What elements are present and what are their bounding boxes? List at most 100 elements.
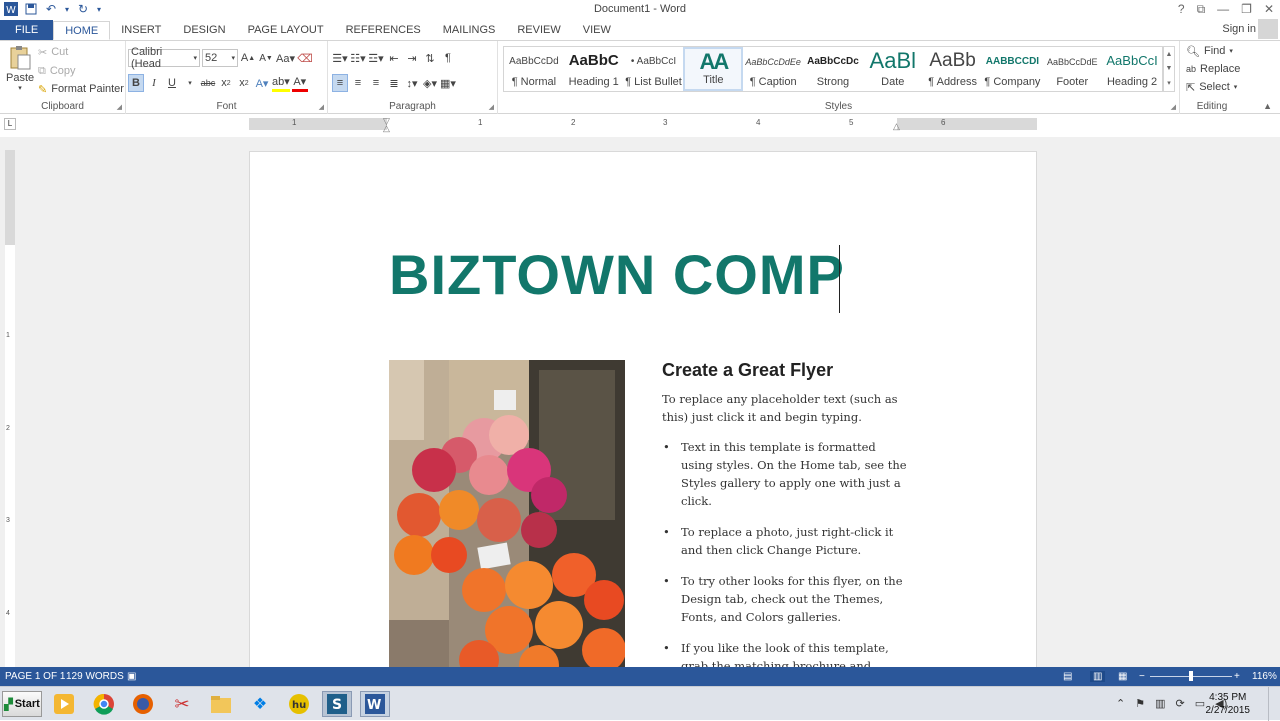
chrome-icon[interactable] [89, 691, 119, 717]
justify-icon[interactable]: ≣ [386, 74, 402, 92]
shading-icon[interactable]: ◈▾ [422, 74, 438, 92]
find-button[interactable]: 🔍︎ Find ▾ [1186, 42, 1233, 60]
show-desktop-button[interactable] [1268, 687, 1280, 721]
zoom-level[interactable]: 116% [1252, 671, 1277, 682]
cut-button[interactable]: ✂ Cut [38, 43, 68, 61]
style-date[interactable]: AaBl Date [863, 47, 923, 91]
app-icon[interactable]: hu [284, 691, 314, 717]
vertical-ruler[interactable]: 1 2 3 4 [5, 150, 15, 667]
borders-icon[interactable]: ▦▾ [440, 74, 456, 92]
align-right-icon[interactable]: ≡ [368, 74, 384, 92]
format-painter-button[interactable]: ✎ Format Painter [38, 80, 124, 98]
bullets-icon[interactable]: ☰▾ [332, 49, 348, 67]
strikethrough-icon[interactable]: abc [200, 74, 216, 92]
minimize-icon[interactable]: — [1217, 2, 1229, 17]
style-address[interactable]: AaBb ¶ Address [923, 47, 983, 91]
tab-home[interactable]: HOME [53, 21, 111, 40]
italic-icon[interactable]: I [146, 74, 162, 92]
paste-button[interactable]: Paste ▾ [6, 45, 34, 92]
left-indent-marker[interactable]: △ [383, 123, 390, 134]
font-name-combo[interactable]: Calibri (Head ▾ [128, 46, 200, 70]
font-color-icon[interactable]: A▾ [291, 74, 308, 92]
tab-mailings[interactable]: MAILINGS [432, 21, 507, 40]
style-title[interactable]: AA Title [683, 47, 744, 91]
media-player-icon[interactable] [49, 691, 79, 717]
clear-formatting-icon[interactable]: ⌫ [297, 49, 313, 67]
superscript-icon[interactable]: x2 [236, 74, 252, 92]
page-count[interactable]: PAGE 1 OF 1 [5, 671, 65, 682]
list-item[interactable]: To replace a photo, just right-click it … [662, 523, 907, 559]
tab-selector[interactable]: L [4, 118, 16, 130]
styles-launcher-icon[interactable]: ◢ [1171, 103, 1176, 111]
shrink-font-icon[interactable]: A ▼ [258, 49, 274, 67]
numbering-icon[interactable]: ☷▾ [350, 49, 366, 67]
start-button[interactable]: ▞ Start [2, 691, 42, 717]
decrease-indent-icon[interactable]: ⇤ [386, 49, 402, 67]
increase-indent-icon[interactable]: ⇥ [404, 49, 420, 67]
snagit-icon[interactable]: S [322, 691, 352, 717]
text-effects-icon[interactable]: A▾ [254, 74, 270, 92]
change-case-icon[interactable]: Aa▾ [276, 49, 295, 67]
style-strong[interactable]: AaBbCcDc Strong [803, 47, 863, 91]
document-heading[interactable]: BIZTOWN COMP [389, 242, 845, 307]
firefox-icon[interactable] [128, 691, 158, 717]
style-list-bullet[interactable]: • AaBbCcI ¶ List Bullet [624, 47, 684, 91]
close-icon[interactable]: ✕ [1264, 2, 1274, 17]
clipboard-launcher-icon[interactable]: ◢ [117, 103, 122, 111]
style-company[interactable]: AABBCCDI ¶ Company [983, 47, 1043, 91]
proofing-icon[interactable]: ▣ [127, 671, 136, 682]
tab-review[interactable]: REVIEW [506, 21, 571, 40]
chevron-down-icon[interactable]: ▼ [1166, 65, 1173, 72]
read-mode-icon[interactable]: ▤ [1063, 671, 1072, 682]
list-item[interactable]: To try other looks for this flyer, on th… [662, 572, 907, 626]
style-footer[interactable]: AaBbCcDdE Footer [1042, 47, 1102, 91]
web-layout-icon[interactable]: ▦ [1118, 671, 1127, 682]
avatar[interactable] [1258, 19, 1278, 39]
styles-gallery-scroll[interactable]: ▲ ▼ ▾ [1163, 46, 1175, 92]
show-marks-icon[interactable]: ¶ [440, 49, 456, 67]
highlight-icon[interactable]: ab▾ [272, 74, 290, 92]
file-explorer-icon[interactable] [206, 691, 236, 717]
word-count[interactable]: 129 WORDS [66, 671, 124, 682]
style-normal[interactable]: AaBbCcDd ¶ Normal [504, 47, 564, 91]
tab-page-layout[interactable]: PAGE LAYOUT [237, 21, 335, 40]
line-spacing-icon[interactable]: ↕▾ [404, 74, 420, 92]
bold-icon[interactable]: B [128, 74, 144, 92]
align-left-icon[interactable]: ≡ [332, 74, 348, 92]
ribbon-display-icon[interactable]: ⧉ [1197, 2, 1206, 17]
sync-icon[interactable]: ⟳ [1176, 697, 1185, 710]
restore-icon[interactable]: ❐ [1241, 2, 1252, 17]
sort-icon[interactable]: ⇅ [422, 49, 438, 67]
tab-insert[interactable]: INSERT [110, 21, 172, 40]
help-icon[interactable]: ? [1178, 2, 1185, 17]
more-icon[interactable]: ▾ [1167, 79, 1171, 87]
tab-design[interactable]: DESIGN [172, 21, 236, 40]
flag-icon[interactable]: ⚑ [1135, 697, 1145, 710]
dropbox-icon[interactable]: ❖ [245, 691, 275, 717]
style-heading-1[interactable]: AaBbC Heading 1 [564, 47, 624, 91]
document-page[interactable]: BIZTOWN COMP Create a Great Flyer To rep… [249, 151, 1037, 671]
sign-in-link[interactable]: Sign in [1222, 23, 1256, 35]
subscript-icon[interactable]: x2 [218, 74, 234, 92]
style-heading-2[interactable]: AaBbCcI Heading 2 [1102, 47, 1162, 91]
chevron-up-icon[interactable]: ▲ [1166, 51, 1173, 58]
snipping-tool-icon[interactable]: ✂ [167, 691, 197, 717]
flower-photo[interactable] [389, 360, 625, 670]
multilevel-list-icon[interactable]: ☲▾ [368, 49, 384, 67]
underline-dropdown-icon[interactable]: ▾ [182, 74, 198, 92]
grow-font-icon[interactable]: A ▲ [240, 49, 256, 67]
select-button[interactable]: ⇱ Select ▾ [1186, 78, 1237, 96]
underline-icon[interactable]: U [164, 74, 180, 92]
tab-view[interactable]: VIEW [572, 21, 622, 40]
paragraph-launcher-icon[interactable]: ◢ [489, 103, 494, 111]
zoom-slider-thumb[interactable] [1189, 671, 1193, 681]
tab-references[interactable]: REFERENCES [335, 21, 432, 40]
font-launcher-icon[interactable]: ◢ [319, 103, 324, 111]
font-size-combo[interactable]: 52 ▾ [202, 49, 238, 67]
copy-button[interactable]: ⧉ Copy [38, 62, 76, 80]
horizontal-ruler[interactable]: 1 ▽ △ 1 2 3 4 5 △ 6 [249, 116, 1037, 133]
show-hidden-icons-icon[interactable]: ⌃ [1116, 697, 1125, 710]
replace-button[interactable]: ab Replace [1186, 60, 1240, 78]
right-indent-marker[interactable]: △ [893, 121, 900, 132]
flyer-intro[interactable]: To replace any placeholder text (such as… [662, 390, 902, 426]
